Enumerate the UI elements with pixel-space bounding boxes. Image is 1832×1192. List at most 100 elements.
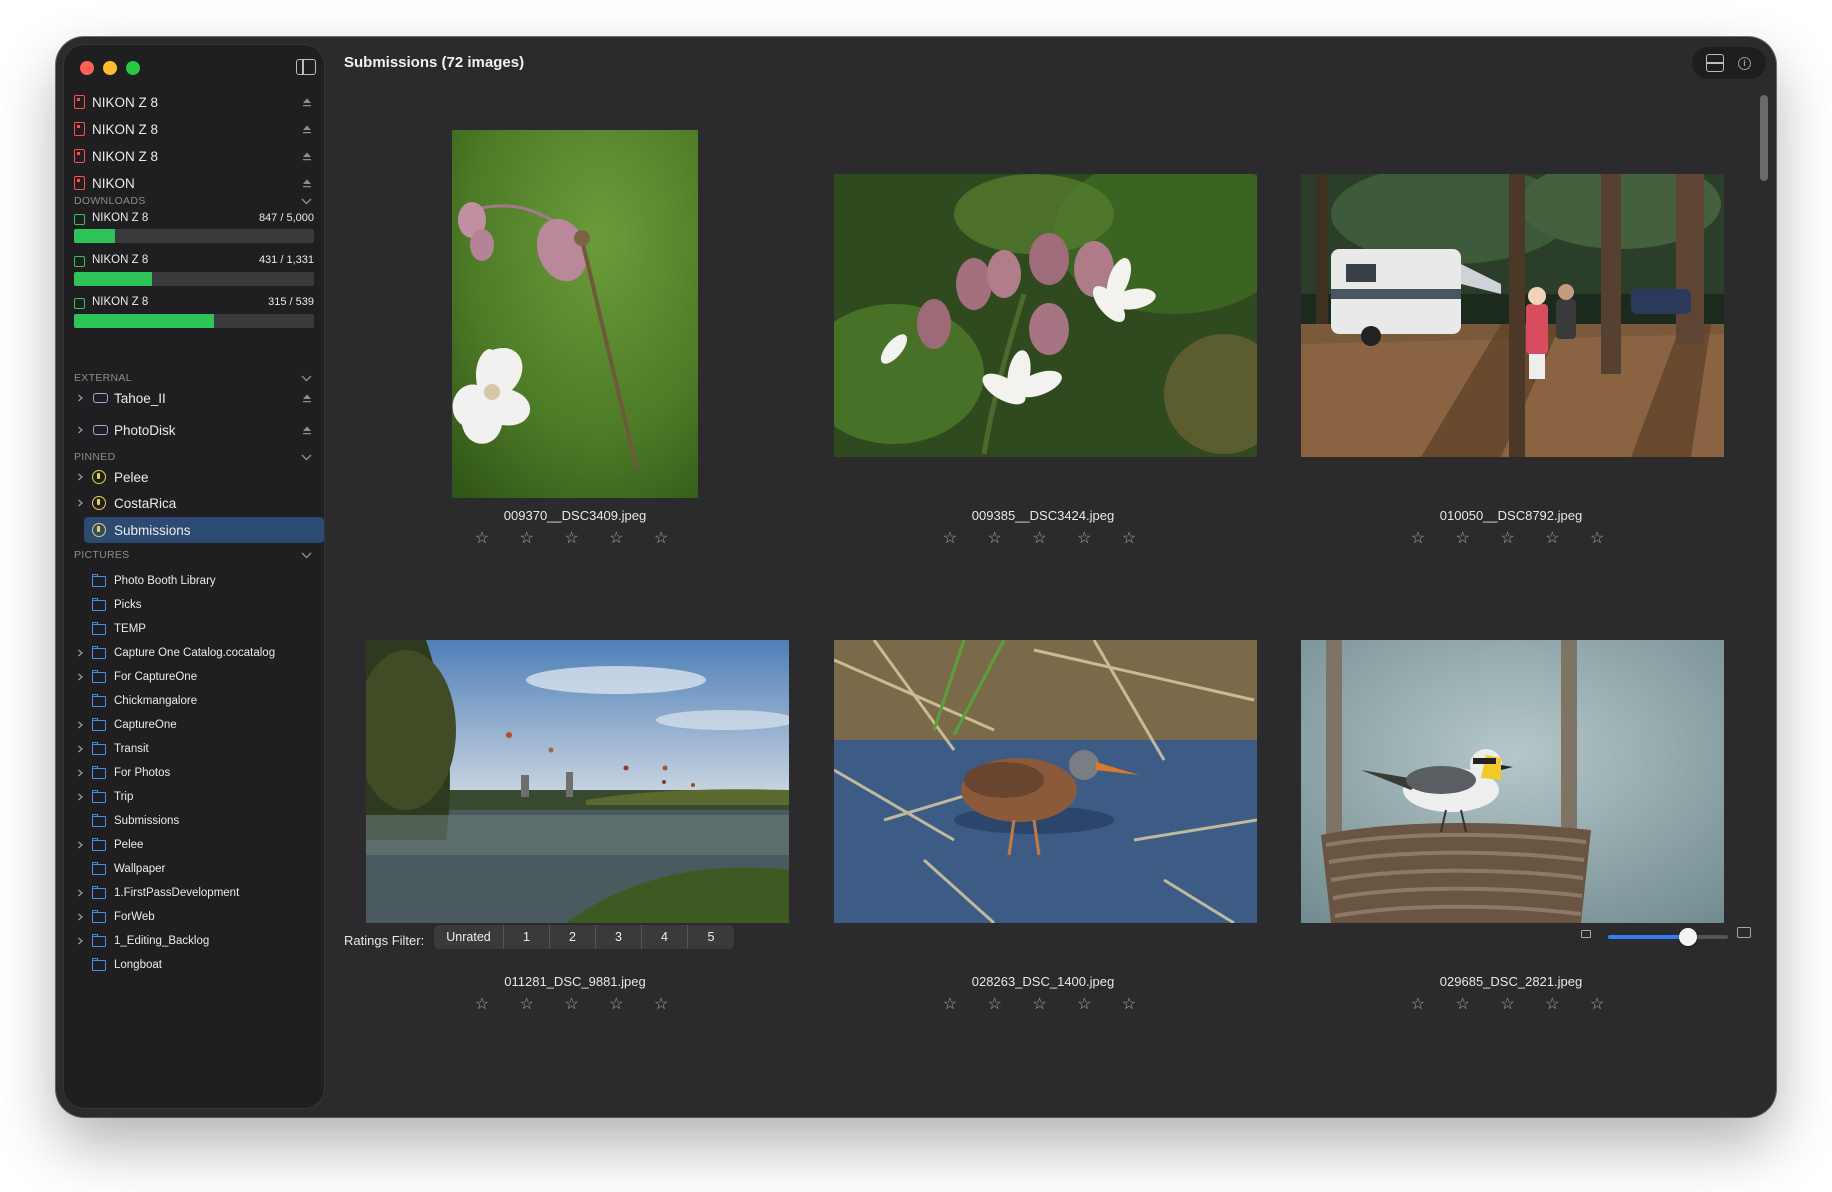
chevron-right-icon[interactable] bbox=[76, 793, 84, 801]
chevron-right-icon[interactable] bbox=[76, 841, 84, 849]
chevron-right-icon[interactable] bbox=[76, 473, 84, 481]
folder-label: Longboat bbox=[114, 959, 162, 971]
pinned-label: Pelee bbox=[114, 469, 149, 485]
device-item[interactable]: NIKON Z 8 bbox=[64, 116, 324, 142]
pictures-folder-item[interactable]: Trip bbox=[64, 786, 324, 808]
toolbar-group: i bbox=[1692, 47, 1766, 79]
chevron-right-icon[interactable] bbox=[76, 394, 84, 402]
pictures-folder-item[interactable]: For CaptureOne bbox=[64, 666, 324, 688]
scrollbar-thumb[interactable] bbox=[1760, 95, 1768, 181]
camera-card-icon bbox=[74, 95, 85, 109]
device-item[interactable]: NIKON bbox=[64, 170, 324, 196]
close-window-button[interactable] bbox=[80, 61, 94, 75]
minimize-window-button[interactable] bbox=[103, 61, 117, 75]
pictures-folder-item[interactable]: Chickmangalore bbox=[64, 690, 324, 712]
chevron-right-icon[interactable] bbox=[76, 499, 84, 507]
pictures-folder-item[interactable]: 1.FirstPassDevelopment bbox=[64, 882, 324, 904]
star-rating[interactable]: ☆ ☆ ☆ ☆ ☆ bbox=[1304, 528, 1724, 548]
pinned-item-selected[interactable]: Submissions bbox=[84, 517, 324, 543]
info-icon[interactable]: i bbox=[1738, 57, 1751, 70]
pictures-folder-item[interactable]: Capture One Catalog.cocatalog bbox=[64, 642, 324, 664]
download-label: NIKON Z 8 bbox=[92, 254, 149, 266]
chevron-right-icon[interactable] bbox=[76, 721, 84, 729]
thumbnail-image[interactable] bbox=[452, 130, 698, 498]
sidebar-toggle-icon[interactable] bbox=[296, 59, 316, 75]
star-rating[interactable]: ☆ ☆ ☆ ☆ ☆ bbox=[368, 528, 788, 548]
eject-icon[interactable] bbox=[302, 178, 312, 188]
chevron-right-icon[interactable] bbox=[76, 889, 84, 897]
rating-filter-1[interactable]: 1 bbox=[504, 925, 550, 949]
pictures-folder-item[interactable]: TEMP bbox=[64, 618, 324, 640]
ratings-filter-segmented-control: Unrated 1 2 3 4 5 bbox=[434, 925, 734, 949]
pictures-folder-item[interactable]: Pelee bbox=[64, 834, 324, 856]
rating-filter-2[interactable]: 2 bbox=[550, 925, 596, 949]
photo-rail-bird bbox=[834, 640, 1257, 923]
device-item[interactable]: NIKON Z 8 bbox=[64, 143, 324, 169]
rating-filter-4[interactable]: 4 bbox=[642, 925, 688, 949]
pictures-folder-item[interactable]: CaptureOne bbox=[64, 714, 324, 736]
folder-icon bbox=[91, 741, 106, 755]
layout-toggle-icon[interactable] bbox=[1706, 54, 1724, 72]
pictures-folder-item[interactable]: Wallpaper bbox=[64, 858, 324, 880]
chevron-down-icon[interactable] bbox=[301, 454, 312, 461]
pictures-folder-item[interactable]: Longboat bbox=[64, 954, 324, 976]
chevron-down-icon[interactable] bbox=[301, 375, 312, 382]
rating-filter-3[interactable]: 3 bbox=[596, 925, 642, 949]
eject-icon[interactable] bbox=[302, 393, 312, 403]
download-icon bbox=[74, 298, 85, 309]
folder-icon bbox=[91, 669, 106, 683]
star-rating[interactable]: ☆ ☆ ☆ ☆ ☆ bbox=[836, 994, 1256, 1014]
pictures-folder-item[interactable]: For Photos bbox=[64, 762, 324, 784]
external-label: Tahoe_II bbox=[114, 390, 166, 406]
star-rating[interactable]: ☆ ☆ ☆ ☆ ☆ bbox=[1304, 994, 1724, 1014]
external-item[interactable]: PhotoDisk bbox=[64, 417, 324, 443]
star-rating[interactable]: ☆ ☆ ☆ ☆ ☆ bbox=[836, 528, 1256, 548]
chevron-right-icon[interactable] bbox=[76, 769, 84, 777]
pinned-item[interactable]: Pelee bbox=[64, 464, 324, 490]
pictures-folder-item[interactable]: ForWeb bbox=[64, 906, 324, 928]
pictures-folder-item[interactable]: Photo Booth Library bbox=[64, 570, 324, 592]
pictures-folder-item[interactable]: Submissions bbox=[64, 810, 324, 832]
pictures-folder-item[interactable]: Picks bbox=[64, 594, 324, 616]
folder-icon bbox=[91, 645, 106, 659]
rating-filter-unrated[interactable]: Unrated bbox=[434, 925, 504, 949]
eject-icon[interactable] bbox=[302, 124, 312, 134]
small-thumbnail-icon bbox=[1581, 930, 1591, 938]
thumbnail-image[interactable] bbox=[1301, 174, 1724, 457]
star-rating[interactable]: ☆ ☆ ☆ ☆ ☆ bbox=[368, 994, 788, 1014]
page-title: Submissions (72 images) bbox=[344, 54, 525, 71]
rating-filter-5[interactable]: 5 bbox=[688, 925, 734, 949]
external-item[interactable]: Tahoe_II bbox=[64, 385, 324, 411]
zoom-window-button[interactable] bbox=[126, 61, 140, 75]
slider-knob[interactable] bbox=[1679, 928, 1698, 946]
pinned-item[interactable]: CostaRica bbox=[64, 490, 324, 516]
chevron-down-icon[interactable] bbox=[301, 198, 312, 205]
external-label: PhotoDisk bbox=[114, 422, 176, 438]
folder-label: Trip bbox=[114, 791, 134, 803]
image-filename: 029685_DSC_2821.jpeg bbox=[1439, 974, 1583, 989]
folder-icon bbox=[91, 957, 106, 971]
thumbnail-size-slider[interactable] bbox=[1608, 928, 1728, 946]
thumbnail-image[interactable] bbox=[834, 640, 1257, 923]
chevron-down-icon[interactable] bbox=[301, 552, 312, 559]
chevron-right-icon[interactable] bbox=[76, 745, 84, 753]
folder-label: Submissions bbox=[114, 815, 180, 827]
chevron-right-icon[interactable] bbox=[76, 913, 84, 921]
chevron-right-icon[interactable] bbox=[76, 649, 84, 657]
eject-icon[interactable] bbox=[302, 97, 312, 107]
thumbnail-image[interactable] bbox=[366, 640, 789, 923]
chevron-right-icon[interactable] bbox=[76, 426, 84, 434]
photo-campsite bbox=[1301, 174, 1724, 457]
eject-icon[interactable] bbox=[302, 151, 312, 161]
chevron-right-icon[interactable] bbox=[76, 673, 84, 681]
thumbnail-image[interactable] bbox=[1301, 640, 1724, 923]
folder-label: Chickmangalore bbox=[114, 695, 198, 707]
folder-icon bbox=[91, 597, 106, 611]
pictures-folder-item[interactable]: 1_Editing_Backlog bbox=[64, 930, 324, 952]
folder-label: 1.FirstPassDevelopment bbox=[114, 887, 240, 899]
device-item[interactable]: NIKON Z 8 bbox=[64, 89, 324, 115]
pictures-folder-item[interactable]: Transit bbox=[64, 738, 324, 760]
eject-icon[interactable] bbox=[302, 425, 312, 435]
thumbnail-image[interactable] bbox=[834, 174, 1257, 457]
chevron-right-icon[interactable] bbox=[76, 937, 84, 945]
